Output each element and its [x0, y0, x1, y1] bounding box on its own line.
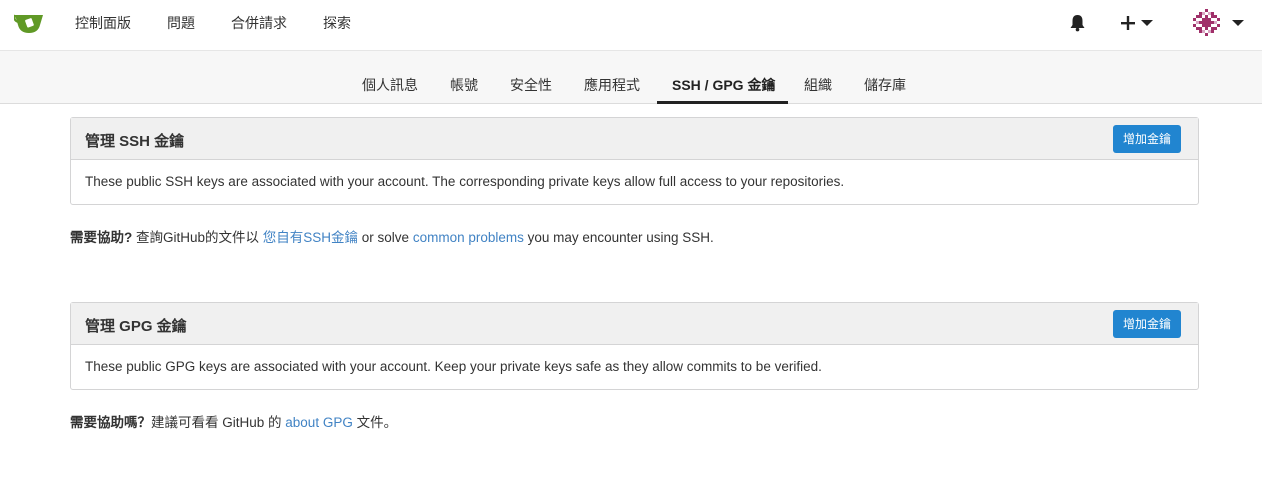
gpg-keys-panel: 管理 GPG 金鑰 增加金鑰 These public GPG keys are…: [70, 302, 1199, 390]
nav-pull-requests[interactable]: 合併請求: [231, 14, 287, 32]
ssh-own-key-link[interactable]: 您自有SSH金鑰: [263, 230, 358, 245]
gpg-help-text: 需要協助嗎？建議可看看 GitHub 的 about GPG 文件。: [70, 411, 397, 431]
tab-account[interactable]: 帳號: [450, 76, 478, 94]
bell-icon[interactable]: [1069, 14, 1086, 32]
gpg-help-label: 需要協助嗎？: [70, 415, 151, 430]
ssh-help-text-part1: 查詢GitHub的文件以: [132, 230, 263, 245]
add-gpg-key-button[interactable]: 增加金鑰: [1113, 310, 1181, 338]
nav-dashboard[interactable]: 控制面版: [75, 14, 131, 32]
nav-explore[interactable]: 探索: [323, 14, 351, 32]
ssh-panel-title: 管理 SSH 金鑰: [85, 133, 185, 150]
ssh-panel-body: These public SSH keys are associated wit…: [71, 160, 1198, 204]
ssh-help-text-part3: you may encounter using SSH.: [523, 230, 714, 245]
ssh-panel-header: 管理 SSH 金鑰 增加金鑰: [71, 118, 1198, 160]
ssh-keys-panel: 管理 SSH 金鑰 增加金鑰 These public SSH keys are…: [70, 117, 1199, 205]
ssh-help-label: 需要協助?: [70, 230, 133, 245]
settings-tab-bar: 個人訊息 帳號 安全性 應用程式 SSH / GPG 金鑰 組織 儲存庫: [0, 50, 1262, 104]
nav-issues[interactable]: 問題: [167, 14, 195, 32]
tab-ssh-gpg-keys[interactable]: SSH / GPG 金鑰: [672, 76, 775, 94]
about-gpg-link[interactable]: about GPG: [285, 415, 353, 430]
gpg-help-text-part1: 建議可看看 GitHub 的: [151, 415, 286, 430]
gpg-panel-title: 管理 GPG 金鑰: [85, 318, 187, 335]
active-tab-indicator: [657, 101, 788, 104]
gitea-logo-icon[interactable]: [14, 11, 44, 35]
gpg-help-text-part2: 文件。: [352, 415, 398, 430]
create-new-dropdown[interactable]: [1119, 13, 1159, 33]
tab-security[interactable]: 安全性: [510, 76, 552, 94]
gpg-panel-body: These public GPG keys are associated wit…: [71, 345, 1198, 389]
tab-profile[interactable]: 個人訊息: [362, 76, 418, 94]
add-ssh-key-button[interactable]: 增加金鑰: [1113, 125, 1181, 153]
avatar-identicon[interactable]: [1193, 9, 1220, 36]
gpg-panel-header: 管理 GPG 金鑰 增加金鑰: [71, 303, 1198, 345]
plus-icon: [1121, 16, 1153, 30]
caret-down-icon[interactable]: [1232, 19, 1244, 27]
gpg-panel-description: These public GPG keys are associated wit…: [85, 359, 822, 374]
ssh-common-problems-link[interactable]: common problems: [413, 230, 524, 245]
ssh-help-text-part2: or solve: [358, 230, 413, 245]
ssh-panel-description: These public SSH keys are associated wit…: [85, 174, 845, 189]
tab-organizations[interactable]: 組織: [804, 76, 832, 94]
tab-repositories[interactable]: 儲存庫: [864, 76, 906, 94]
ssh-help-text: 需要協助? 查詢GitHub的文件以 您自有SSH金鑰 or solve com…: [70, 226, 714, 246]
tab-applications[interactable]: 應用程式: [584, 76, 640, 94]
top-navbar: 控制面版 問題 合併請求 探索: [0, 0, 1262, 46]
